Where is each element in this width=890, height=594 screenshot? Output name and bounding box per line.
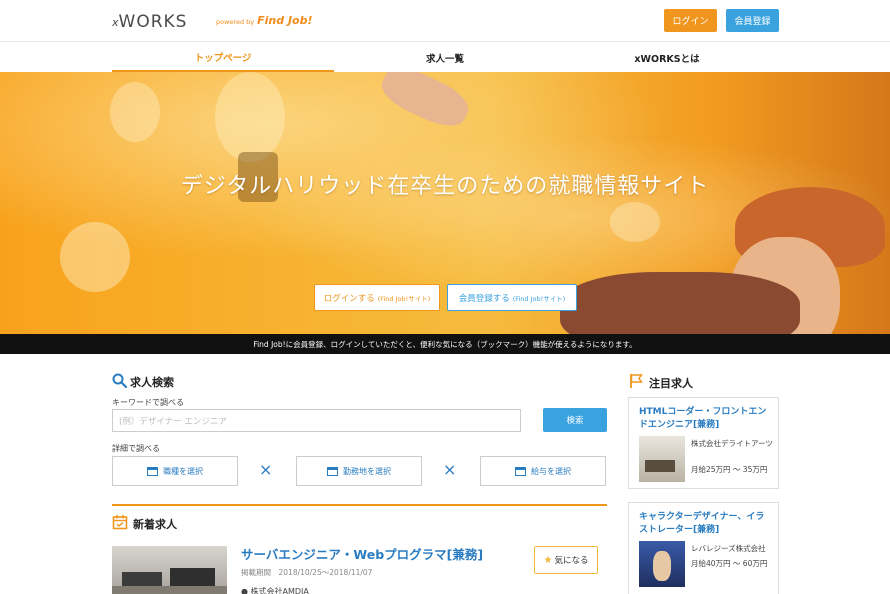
favorite-button[interactable]: ★ 気になる <box>534 546 598 574</box>
login-button[interactable]: ログイン <box>664 9 717 32</box>
hero-login-note: (Find Job!サイト) <box>377 294 431 303</box>
powered-by-findjob: powered by Find Job! <box>216 14 313 27</box>
select-salary-button[interactable]: 給与を選択 <box>480 456 606 486</box>
nav-item-top[interactable]: トップページ <box>112 43 334 72</box>
window-icon <box>515 466 526 476</box>
bulb-decoration <box>60 222 130 292</box>
nav-item-about[interactable]: xWORKSとは <box>556 43 778 72</box>
search-button[interactable]: 検索 <box>543 408 607 432</box>
featured-job-salary: 月給40万円 ～ 60万円 <box>691 559 768 568</box>
star-icon: ★ <box>543 554 553 566</box>
search-icon <box>112 373 127 388</box>
xworks-logo[interactable]: x WORKS powered by Find Job! <box>112 12 313 32</box>
hero-login-label: ログインする <box>323 293 375 304</box>
times-separator: × <box>443 460 457 479</box>
job-company: ● 株式会社AMDIA <box>241 587 309 594</box>
keyword-label: キーワードで調べる <box>112 398 184 407</box>
detail-search-label: 詳細で調べる <box>112 444 160 453</box>
window-icon <box>327 466 338 476</box>
featured-job-image <box>639 541 685 587</box>
person-shape <box>653 551 671 581</box>
search-input[interactable]: (例）デザイナー エンジニア <box>112 409 521 432</box>
hero-register-button[interactable]: 会員登録する (Find Job!サイト) <box>447 284 577 311</box>
flag-icon <box>630 374 643 388</box>
featured-job-salary: 月給25万円 ～ 35万円 <box>691 465 768 474</box>
hero-register-label: 会員登録する <box>458 293 510 304</box>
times-separator: × <box>259 460 273 479</box>
favorite-label: 気になる <box>554 556 589 566</box>
job-posting-period: 掲載期間 2018/10/25〜2018/11/07 <box>241 568 373 577</box>
featured-job-card[interactable]: HTMLコーダー・フロントエンドエンジニア[兼務] 株式会社デライトアーツ 月給… <box>628 397 779 489</box>
register-button[interactable]: 会員登録 <box>726 9 779 32</box>
office-shape <box>645 460 675 472</box>
select-occupation-button[interactable]: 職種を選択 <box>112 456 238 486</box>
bulb-decoration <box>110 82 160 142</box>
featured-job-title[interactable]: HTMLコーダー・フロントエンドエンジニア[兼務] <box>639 406 773 432</box>
site-header: x WORKS powered by Find Job! ログイン 会員登録 <box>0 0 890 42</box>
calendar-icon <box>112 515 128 530</box>
info-bar: Find Job!に会員登録、ログインしていただくと、便利な気になる（ブックマー… <box>0 334 890 354</box>
hero-banner: デジタルハリウッド在卒生のための就職情報サイト ログインする (Find Job… <box>0 72 890 334</box>
hero-register-note: (Find Job!サイト) <box>512 294 566 303</box>
hero-login-button[interactable]: ログインする (Find Job!サイト) <box>314 284 440 311</box>
powered-by-text: powered by <box>216 18 255 26</box>
job-thumbnail[interactable] <box>112 546 227 594</box>
featured-job-card[interactable]: キャラクターデザイナー、イラストレーター[兼務] レバレジーズ株式会社 月給40… <box>628 502 779 594</box>
bulb-decoration <box>610 202 660 242</box>
job-title-link[interactable]: サーバエンジニア・Webプログラマ[兼務] <box>241 544 483 563</box>
select-salary-label: 給与を選択 <box>531 466 571 476</box>
featured-job-title[interactable]: キャラクターデザイナー、イラストレーター[兼務] <box>639 511 773 537</box>
search-section-title: 求人検索 <box>130 376 174 389</box>
featured-job-company: レバレジーズ株式会社 <box>691 544 766 553</box>
featured-title: 注目求人 <box>649 377 693 390</box>
desk-shape <box>112 586 227 594</box>
section-divider <box>112 504 607 506</box>
window-icon <box>147 466 158 476</box>
main-nav: トップページ 求人一覧 xWORKSとは <box>0 43 890 72</box>
bulb-decoration <box>215 72 285 162</box>
featured-job-company: 株式会社デライトアーツ <box>691 439 773 448</box>
new-jobs-title: 新着求人 <box>133 518 177 531</box>
select-occupation-label: 職種を選択 <box>163 466 203 476</box>
monitor-shape <box>170 568 215 588</box>
findjob-logo-text: Find Job! <box>257 14 313 27</box>
logo-main: WORKS <box>118 12 188 32</box>
nav-item-jobs[interactable]: 求人一覧 <box>334 43 556 72</box>
select-location-label: 勤務地を選択 <box>343 466 391 476</box>
featured-job-image <box>639 436 685 482</box>
person-image <box>560 272 800 334</box>
hero-title: デジタルハリウッド在卒生のための就職情報サイト <box>180 174 710 199</box>
select-location-button[interactable]: 勤務地を選択 <box>296 456 422 486</box>
